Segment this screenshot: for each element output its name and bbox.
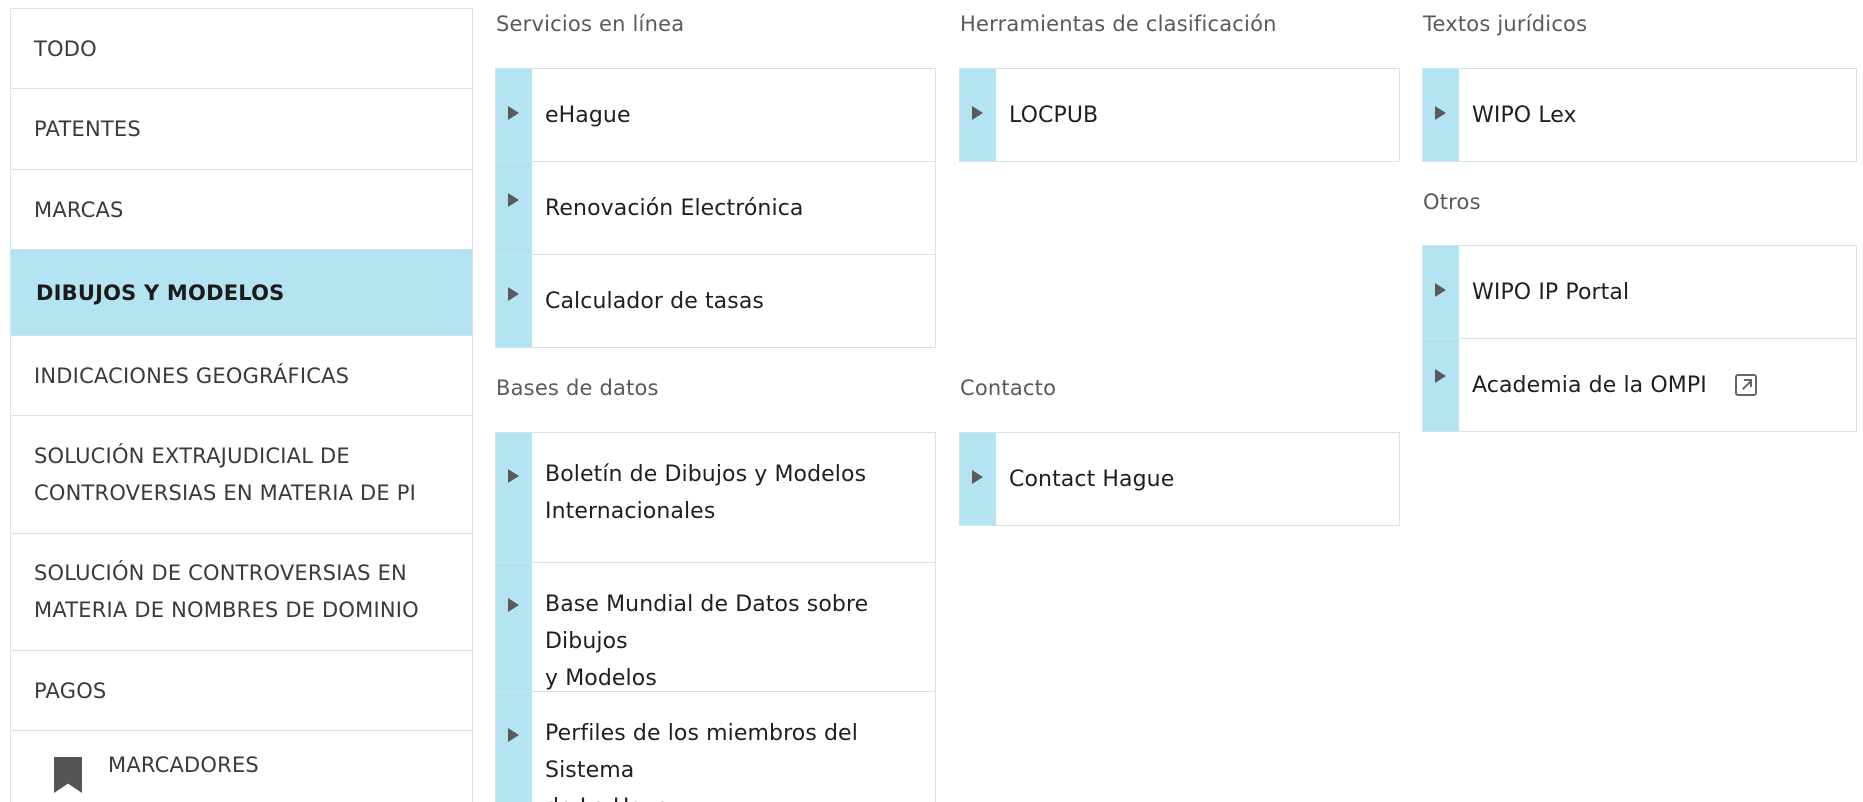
label-line: Perfiles de los miembros del Sistema <box>545 721 858 783</box>
category-sidebar: TODO PATENTES MARCAS DIBUJOS Y MODELOS I… <box>10 8 473 802</box>
sidebar-item-label: DIBUJOS Y MODELOS <box>36 280 285 305</box>
page: TODO PATENTES MARCAS DIBUJOS Y MODELOS I… <box>0 0 1863 802</box>
rail <box>496 69 532 161</box>
sidebar-item-label: TODO <box>34 36 97 61</box>
label-line: MATERIA DE NOMBRES DE DOMINIO <box>34 598 419 622</box>
link-calculador-de-tasas[interactable]: Calculador de tasas <box>496 255 935 347</box>
link-label: Boletín de Dibujos y Modelos Internacion… <box>532 433 874 562</box>
arrow-right-icon <box>508 469 519 483</box>
label-line: de La Haya <box>545 789 927 802</box>
sidebar-item-solucion-nombres-dominio[interactable]: SOLUCIÓN DE CONTROVERSIAS EN MATERIA DE … <box>11 534 472 651</box>
sidebar-item-todo[interactable]: TODO <box>11 9 472 89</box>
sidebar-item-label: PATENTES <box>34 117 141 141</box>
link-perfiles-miembros[interactable]: Perfiles de los miembros del Sistema de … <box>496 692 935 802</box>
sidebar-item-label: SOLUCIÓN DE CONTROVERSIAS EN MATERIA DE … <box>34 555 419 629</box>
rail <box>496 255 532 347</box>
link-label: WIPO IP Portal <box>1472 279 1630 305</box>
sidebar-item-patentes[interactable]: PATENTES <box>11 89 472 170</box>
section-title-servicios: Servicios en línea <box>496 12 685 36</box>
sidebar-item-marcadores[interactable]: MARCADORES <box>11 731 472 802</box>
rail <box>960 433 996 525</box>
bases-card: Boletín de Dibujos y Modelos Internacion… <box>495 432 936 802</box>
rail <box>1423 69 1459 161</box>
sidebar-item-label: INDICACIONES GEOGRÁFICAS <box>34 363 350 388</box>
link-wipo-lex[interactable]: WIPO Lex <box>1423 69 1856 161</box>
sidebar-item-label: PAGOS <box>34 678 107 703</box>
sidebar-item-marcas[interactable]: MARCAS <box>11 170 472 250</box>
link-label: eHague <box>545 102 631 128</box>
link-academia-ompi[interactable]: Academia de la OMPI <box>1423 339 1856 431</box>
link-boletin-dibujos-modelos[interactable]: Boletín de Dibujos y Modelos Internacion… <box>496 433 935 563</box>
rail <box>496 692 532 802</box>
link-wipo-ip-portal[interactable]: WIPO IP Portal <box>1423 246 1856 339</box>
link-label: Contact Hague <box>1009 466 1175 492</box>
sidebar-item-label: MARCAS <box>34 197 124 222</box>
contacto-card: Contact Hague <box>959 432 1400 526</box>
sidebar-item-solucion-extrajudicial[interactable]: SOLUCIÓN EXTRAJUDICIAL DE CONTROVERSIAS … <box>11 416 472 534</box>
link-label: Perfiles de los miembros del Sistema de … <box>532 692 935 802</box>
sidebar-item-pagos[interactable]: PAGOS <box>11 651 472 731</box>
link-label: WIPO Lex <box>1472 102 1577 128</box>
link-renovacion-electronica[interactable]: Renovación Electrónica <box>496 162 935 255</box>
external-link-icon <box>1734 374 1757 396</box>
arrow-right-icon <box>1435 369 1446 383</box>
section-title-textos-juridicos: Textos jurídicos <box>1423 12 1588 36</box>
section-title-otros: Otros <box>1423 190 1481 214</box>
section-title-herramientas: Herramientas de clasificación <box>960 12 1277 36</box>
link-base-mundial-datos[interactable]: Base Mundial de Datos sobre Dibujos y Mo… <box>496 563 935 692</box>
rail <box>496 563 532 691</box>
link-label: Calculador de tasas <box>545 288 764 314</box>
arrow-right-icon <box>508 193 519 207</box>
arrow-right-icon <box>1435 106 1446 120</box>
link-contact-hague[interactable]: Contact Hague <box>960 433 1399 525</box>
link-locpub[interactable]: LOCPUB <box>960 69 1399 161</box>
textos-card: WIPO Lex <box>1422 68 1857 162</box>
sidebar-item-dibujos-y-modelos[interactable]: DIBUJOS Y MODELOS <box>11 250 472 336</box>
rail <box>1423 246 1459 338</box>
rail <box>1423 339 1459 431</box>
rail <box>960 69 996 161</box>
label-line: Base Mundial de Datos sobre Dibujos <box>545 592 869 654</box>
link-label-text: Academia de la OMPI <box>1472 372 1707 398</box>
arrow-right-icon <box>508 598 519 612</box>
section-title-contacto: Contacto <box>960 376 1057 400</box>
bookmark-icon <box>54 757 82 793</box>
rail <box>496 433 532 562</box>
herramientas-card: LOCPUB <box>959 68 1400 162</box>
arrow-right-icon <box>972 106 983 120</box>
servicios-card: eHague Renovación Electrónica Calculador… <box>495 68 936 348</box>
sidebar-item-indicaciones-geograficas[interactable]: INDICACIONES GEOGRÁFICAS <box>11 336 472 416</box>
arrow-right-icon <box>508 106 519 120</box>
label-line: SOLUCIÓN EXTRAJUDICIAL DE <box>34 443 350 468</box>
rail <box>496 162 532 254</box>
sidebar-item-label: MARCADORES <box>108 753 259 777</box>
label-line: SOLUCIÓN DE CONTROVERSIAS EN <box>34 561 407 585</box>
link-label: Renovación Electrónica <box>545 195 804 221</box>
link-label: LOCPUB <box>1009 102 1099 128</box>
link-label: Base Mundial de Datos sobre Dibujos y Mo… <box>532 563 935 691</box>
sidebar-item-label: SOLUCIÓN EXTRAJUDICIAL DE CONTROVERSIAS … <box>34 438 416 512</box>
label-line: Internacionales <box>545 499 716 524</box>
arrow-right-icon <box>972 470 983 484</box>
arrow-right-icon <box>508 728 519 742</box>
link-label: Academia de la OMPI <box>1459 339 1765 431</box>
otros-card: WIPO IP Portal Academia de la OMPI <box>1422 245 1857 432</box>
arrow-right-icon <box>508 287 519 301</box>
arrow-right-icon <box>1435 283 1446 297</box>
link-ehague[interactable]: eHague <box>496 69 935 162</box>
section-title-bases-de-datos: Bases de datos <box>496 376 659 400</box>
label-line: CONTROVERSIAS EN MATERIA DE PI <box>34 480 417 505</box>
label-line: Boletín de Dibujos y Modelos <box>545 462 867 487</box>
